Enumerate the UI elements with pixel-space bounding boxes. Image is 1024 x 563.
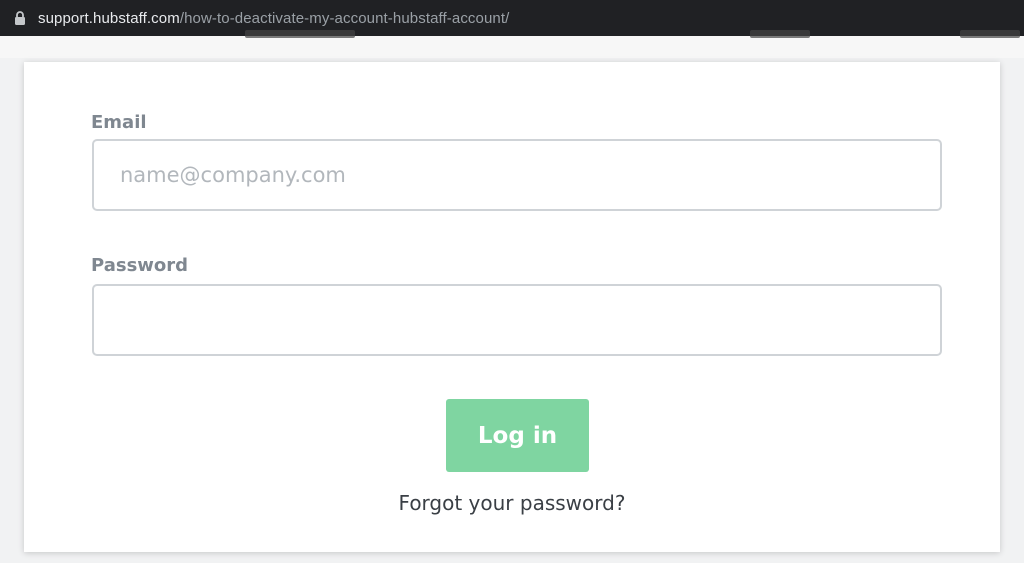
forgot-password-link[interactable]: Forgot your password? — [24, 491, 1000, 515]
password-label: Password — [91, 255, 189, 276]
email-field[interactable] — [92, 139, 942, 211]
login-button[interactable]: Log in — [446, 399, 589, 472]
email-label: Email — [91, 112, 147, 133]
url-path: /how-to-deactivate-my-account-hubstaff-a… — [179, 9, 510, 27]
browser-address-bar[interactable]: support.hubstaff.com/how-to-deactivate-m… — [0, 0, 1024, 36]
url-domain: support.hubstaff.com — [38, 9, 180, 27]
login-card: Email Password Log in Forgot your passwo… — [24, 62, 1000, 552]
page-background — [0, 30, 1024, 58]
lock-icon[interactable] — [14, 10, 26, 26]
password-field[interactable] — [92, 284, 942, 356]
cut-off-text — [245, 30, 355, 38]
cut-off-text — [750, 30, 810, 38]
cut-off-text — [960, 30, 1020, 38]
address-bar-url[interactable]: support.hubstaff.com/how-to-deactivate-m… — [38, 10, 509, 27]
